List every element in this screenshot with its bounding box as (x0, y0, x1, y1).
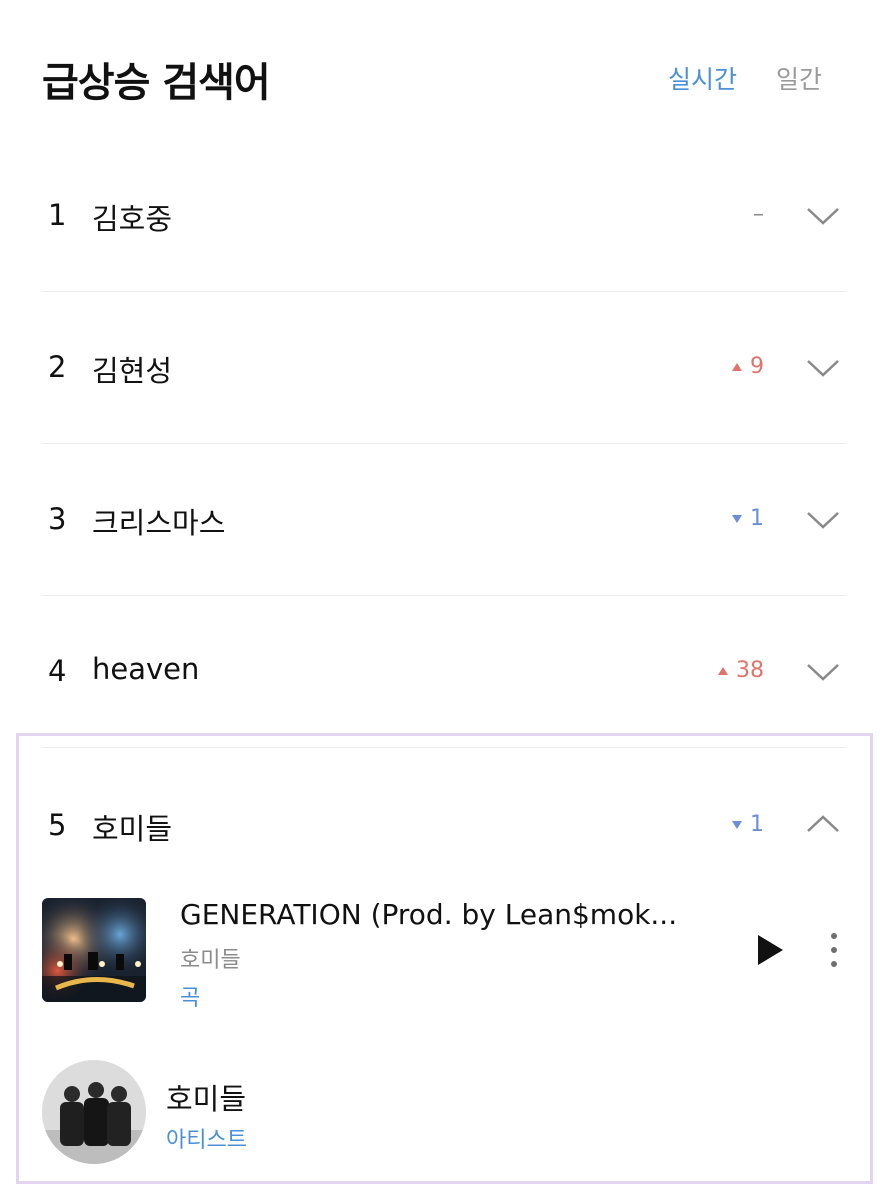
chevron-down-icon[interactable] (806, 662, 840, 682)
rank-keyword: 크리스마스 (92, 506, 226, 540)
rank-keyword: 호미들 (92, 812, 173, 846)
rank-change-value: 1 (750, 812, 764, 837)
album-cover-image (42, 898, 146, 1002)
rank-change-value: 1 (750, 506, 764, 531)
chevron-down-icon[interactable] (806, 206, 840, 226)
rank-change: – (753, 202, 764, 227)
album-art[interactable] (42, 898, 146, 1002)
rank-change: 9 (732, 354, 764, 379)
rank-up-icon (718, 666, 728, 675)
rank-row-2[interactable]: 2 김현성 9 (42, 292, 846, 444)
artist-type-label: 아티스트 (166, 1128, 247, 1153)
tab-realtime[interactable]: 실시간 (668, 60, 737, 96)
chevron-down-icon[interactable] (806, 358, 840, 378)
tab-daily[interactable]: 일간 (776, 60, 822, 96)
page-title: 급상승 검색어 (42, 60, 271, 106)
rank-row-5[interactable]: 5 호미들 1 (42, 748, 846, 878)
rank-number: 4 (48, 654, 67, 688)
rank-up-icon (732, 362, 742, 371)
rank-change: 1 (732, 812, 764, 837)
rank-keyword: heaven (92, 652, 200, 686)
play-icon[interactable] (754, 932, 786, 968)
rank-change: 38 (718, 658, 764, 683)
rank-change-value: 38 (736, 658, 764, 683)
rank-keyword: 김현성 (92, 354, 173, 388)
rank-number: 5 (48, 808, 67, 842)
song-type-label: 곡 (180, 986, 201, 1011)
rank-row-3[interactable]: 3 크리스마스 1 (42, 444, 846, 596)
rank-down-icon (732, 514, 742, 523)
song-item[interactable]: GENERATION (Prod. by Lean$mok... 호미들 곡 (42, 896, 846, 1011)
rank-change-value: 9 (750, 354, 764, 379)
header: 급상승 검색어 실시간 일간 (42, 40, 846, 110)
rank-change: 1 (732, 506, 764, 531)
more-options-icon[interactable] (824, 930, 844, 970)
rank-row-1[interactable]: 1 김호중 – (42, 140, 846, 292)
song-title[interactable]: GENERATION (Prod. by Lean$mok... (180, 898, 677, 931)
song-artist: 호미들 (180, 948, 241, 973)
rank-keyword: 김호중 (92, 202, 173, 236)
rank-down-icon (732, 820, 742, 829)
artist-image (42, 1060, 146, 1164)
artist-photo[interactable] (42, 1060, 146, 1164)
rank-number: 1 (48, 198, 67, 232)
artist-name: 호미들 (166, 1082, 247, 1116)
rank-change-value: – (753, 202, 764, 227)
artist-item[interactable]: 호미들 아티스트 (42, 1060, 846, 1164)
chevron-down-icon[interactable] (806, 510, 840, 530)
rank-number: 3 (48, 502, 67, 536)
chevron-up-icon[interactable] (806, 814, 840, 834)
rank-row-4[interactable]: 4 heaven 38 (42, 596, 846, 748)
rank-number: 2 (48, 350, 67, 384)
